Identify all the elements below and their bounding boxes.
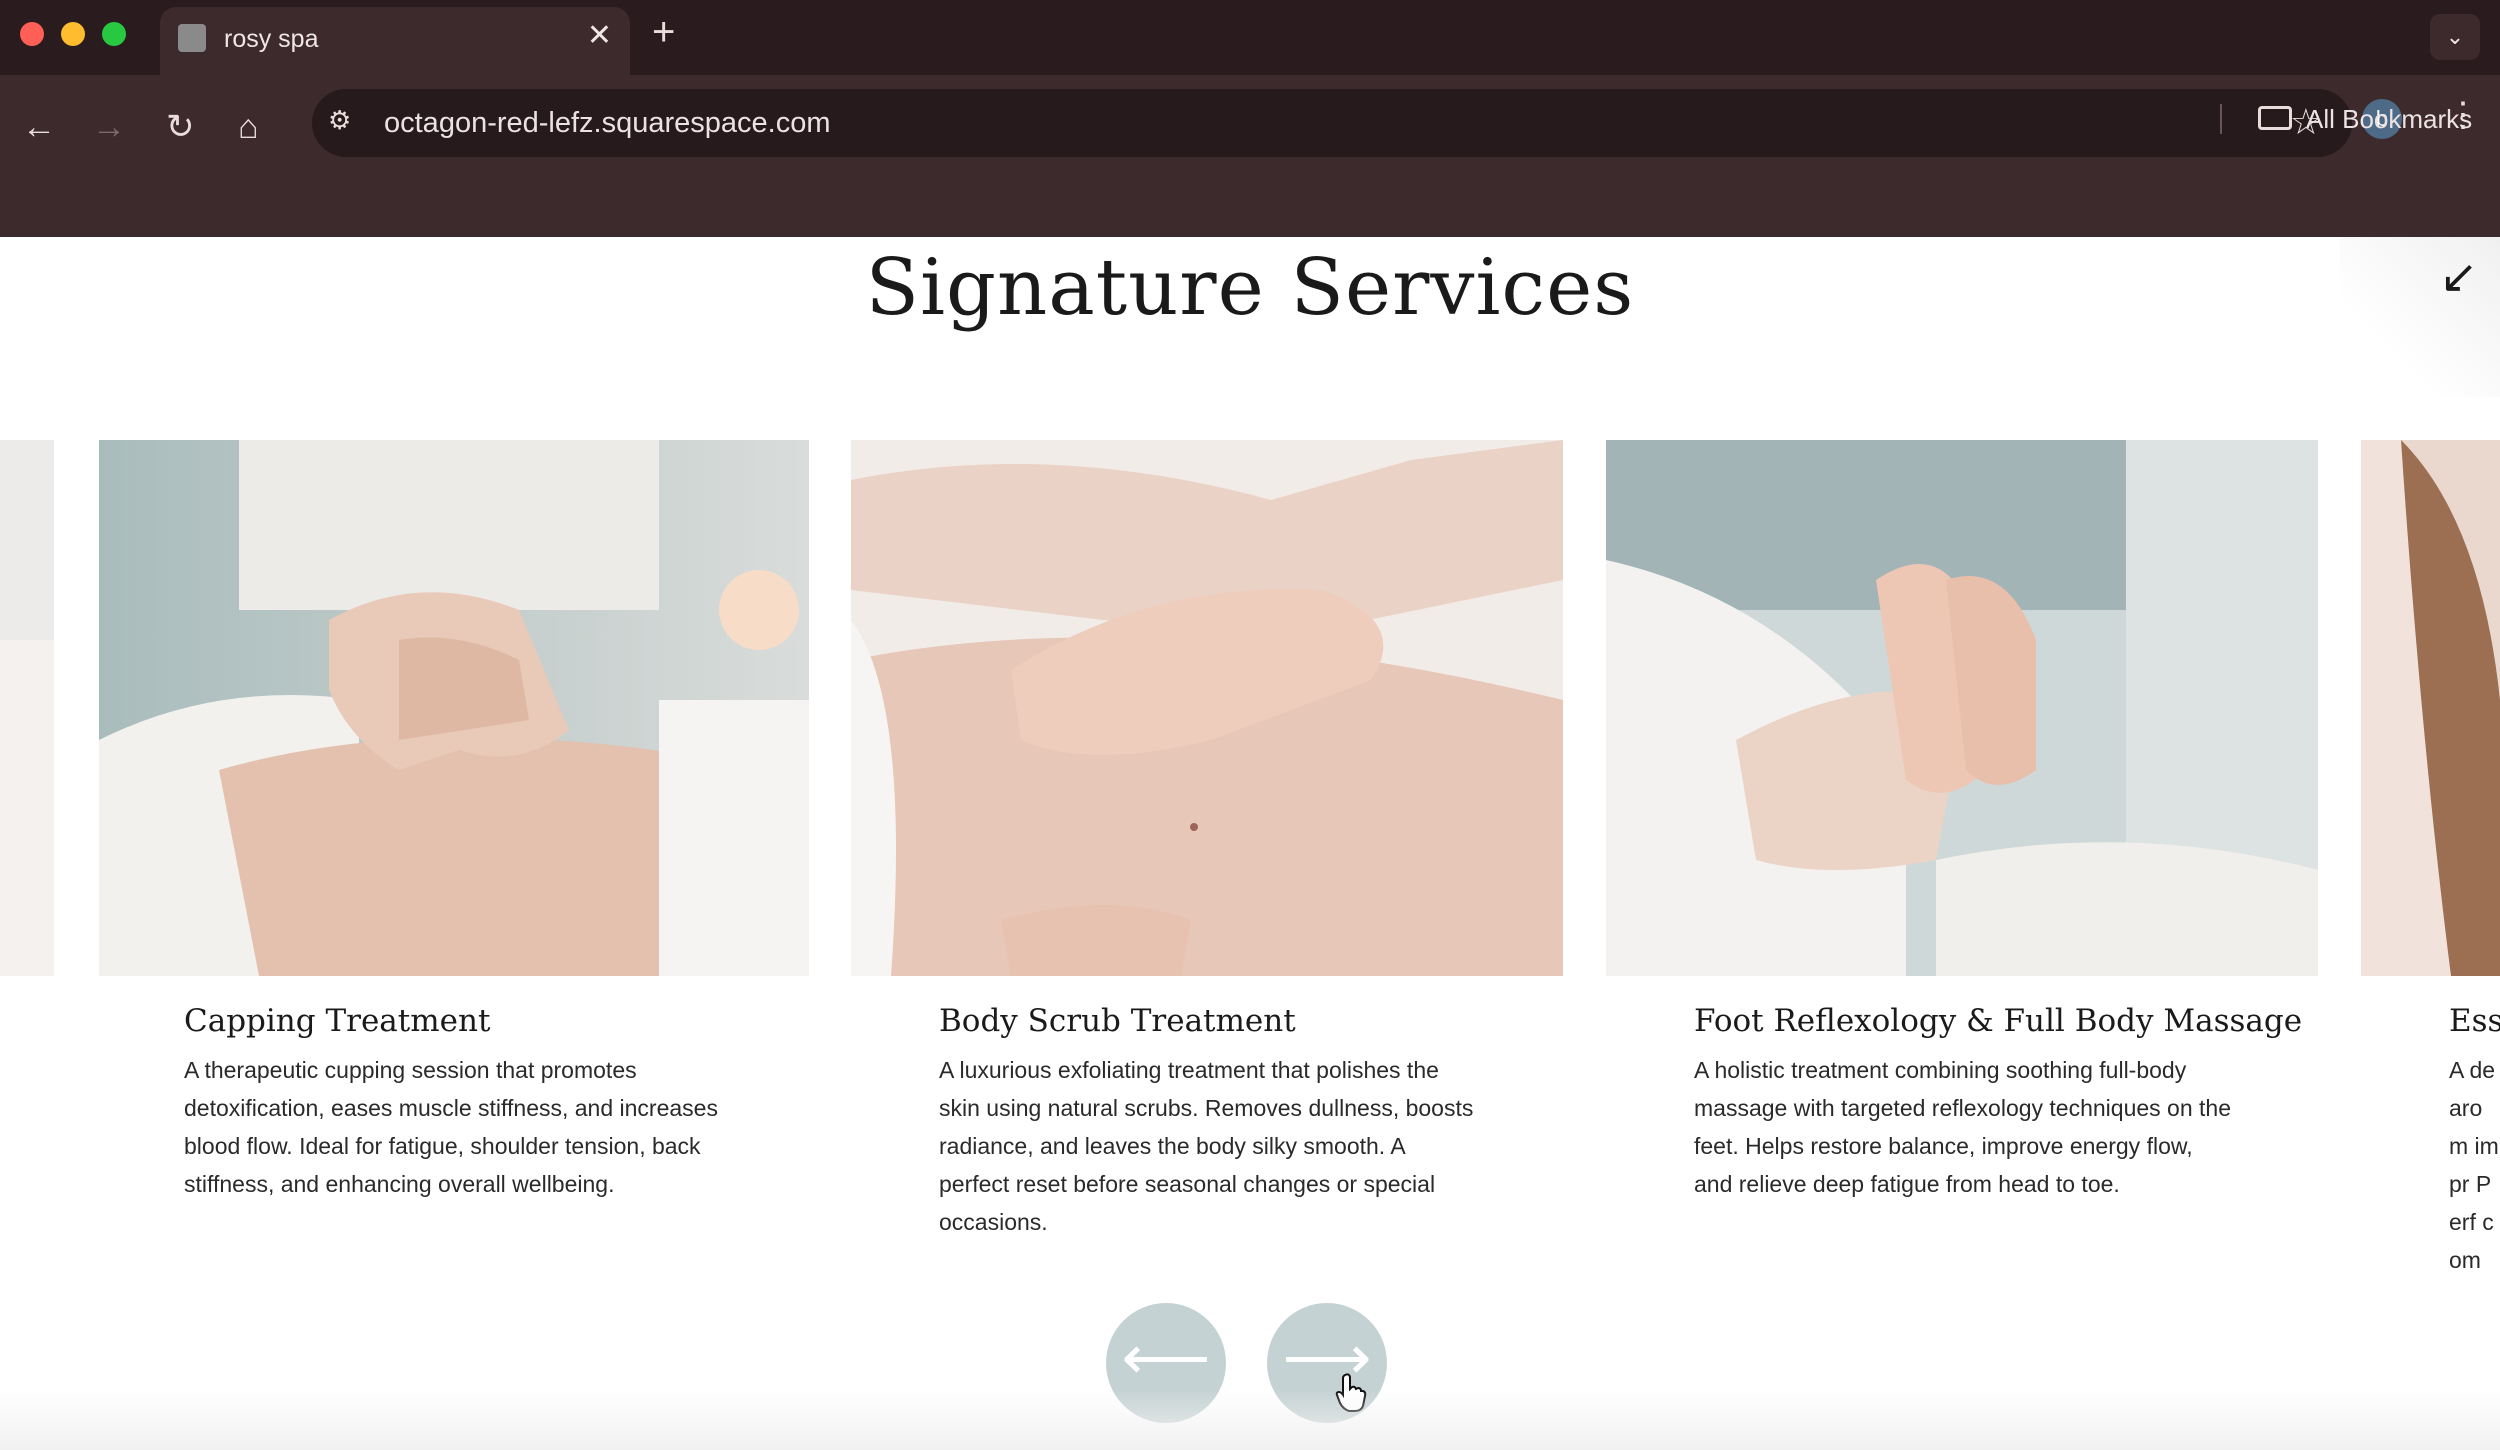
folder-icon [2258,106,2292,130]
maximize-window-button[interactable] [102,22,126,46]
card-image-cupping[interactable] [99,440,809,976]
card-image-foot-reflexology[interactable] [1606,440,2318,976]
card-title[interactable]: Esse [2449,1003,2500,1039]
card-image-partial-left[interactable] [0,440,54,976]
page-title: Signature Services [865,243,1635,333]
card-description: A luxurious exfoliating treatment that p… [939,1057,1474,1235]
tab-strip: rosy spa ✕ + ⌄ [0,0,2500,75]
new-tab-icon[interactable]: + [652,12,675,52]
collapse-arrow-icon[interactable]: ↙ [2439,249,2478,303]
tab-search-chevron-icon[interactable]: ⌄ [2430,14,2480,60]
card-title[interactable]: Foot Reflexology & Full Body Massage [1694,1003,2302,1039]
card-description: A holistic treatment combining soothing … [1694,1057,2231,1197]
tab-title: rosy spa [224,25,319,53]
address-bar[interactable]: ⚙ octagon-red-lefz.squarespace.com ☆ [312,89,2352,157]
arrow-left-icon: ⟵ [1121,1324,1211,1393]
card-title[interactable]: Body Scrub Treatment [939,1003,1296,1039]
page-content: Signature Services ↙ Capping Treatment A… [0,237,2500,1450]
card-image-body-scrub[interactable] [851,440,1563,976]
browser-toolbar: ← → ↻ ⌂ ⚙ octagon-red-lefz.squarespace.c… [0,75,2500,237]
close-tab-icon[interactable]: ✕ [587,21,612,51]
bottom-fade [0,1390,2500,1450]
card-description: A de arom impr Perf com [2449,1057,2499,1273]
minimize-window-button[interactable] [61,22,85,46]
card-description: A therapeutic cupping session that promo… [184,1057,718,1197]
card-title[interactable]: Capping Treatment [184,1003,490,1039]
card-image-partial-right[interactable] [2361,440,2500,976]
close-window-button[interactable] [20,22,44,46]
bookmarks-divider [2220,104,2222,134]
all-bookmarks-link[interactable]: All Bookmarks [2306,104,2472,135]
home-icon[interactable]: ⌂ [238,107,259,147]
site-favicon-icon [178,24,206,52]
site-settings-icon[interactable]: ⚙ [328,105,351,136]
reload-icon[interactable]: ↻ [166,107,195,147]
forward-icon[interactable]: → [92,107,126,147]
browser-tab[interactable]: rosy spa ✕ [160,7,630,75]
url-text[interactable]: octagon-red-lefz.squarespace.com [384,107,831,140]
back-icon[interactable]: ← [22,107,56,147]
